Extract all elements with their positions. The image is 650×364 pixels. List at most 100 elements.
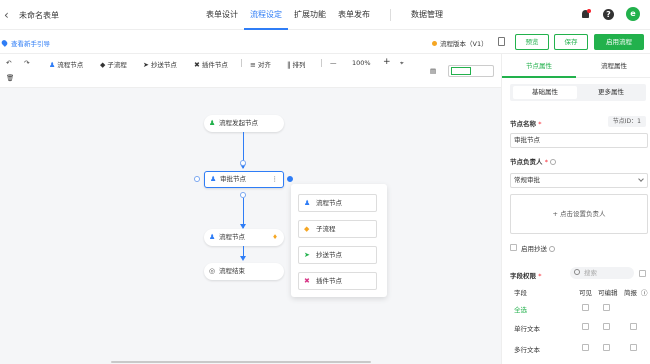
required-checkbox[interactable] [630, 344, 637, 351]
help-circle-icon[interactable] [550, 159, 557, 165]
enable-flow-button[interactable]: 启用流程 [594, 34, 644, 50]
plugin-icon: ✖ [304, 277, 310, 285]
tab-flow-settings[interactable]: 流程设定 [244, 0, 288, 30]
send-icon: ➤ [143, 61, 149, 69]
required-mark: * [544, 158, 549, 166]
align-icon: ≡ [250, 61, 256, 69]
add-flow-node-button[interactable]: ♟ 流程节点 [49, 59, 83, 69]
person-icon: ♟ [209, 233, 216, 241]
row-multi-line-text: 多行文本 [514, 346, 540, 354]
zoom-in-button[interactable]: + [383, 57, 391, 67]
node-owner-label: 节点负责人 * [510, 156, 557, 166]
list-view-toggle[interactable] [451, 67, 471, 75]
arrange-label: 排列 [292, 61, 306, 69]
basic-properties-button[interactable]: 基础属性 [513, 86, 577, 99]
required-mark: * [538, 120, 542, 128]
horizontal-scrollbar[interactable] [111, 361, 371, 363]
visible-checkbox[interactable] [582, 344, 589, 351]
required-checkbox[interactable] [630, 323, 637, 330]
approval-node-label: 审批节点 [220, 175, 246, 183]
person-icon: ♟ [210, 175, 217, 183]
owner-type-select[interactable]: 常规审批 [510, 173, 648, 188]
bell-icon[interactable] [580, 8, 591, 20]
enable-cc-label: 启用抄送 [521, 243, 555, 253]
node-owner-label-text: 节点负责人 [510, 158, 543, 166]
preview-button[interactable]: 预览 [515, 34, 549, 50]
save-button[interactable]: 保存 [554, 34, 588, 50]
back-chevron-icon[interactable]: ‹ [4, 8, 9, 22]
undo-icon[interactable]: ↶ [6, 59, 11, 67]
process-node[interactable]: ♟ 流程节点 ♦ [204, 229, 284, 246]
add-branch-port[interactable] [287, 176, 293, 182]
node-name-input[interactable]: 审批节点 [510, 133, 648, 148]
guide-link[interactable]: 查看新手引导 [0, 38, 50, 48]
popup-item-subflow[interactable]: ◆ 子流程 [298, 220, 377, 238]
editable-checkbox[interactable] [603, 323, 610, 330]
document-icon[interactable] [498, 37, 505, 46]
add-owner-area[interactable]: + 点击设置负责人 [510, 194, 648, 234]
tab-form-publish[interactable]: 表单发布 [332, 0, 376, 30]
connector-port[interactable] [194, 176, 200, 182]
more-properties-button[interactable]: 更多属性 [579, 86, 643, 99]
add-subflow-label: 子流程 [107, 61, 127, 69]
location-pin-icon [0, 39, 9, 47]
editable-checkbox[interactable] [603, 344, 610, 351]
send-icon: ➤ [304, 251, 310, 259]
enable-cc-checkbox[interactable] [510, 244, 517, 251]
field-permission-text: 字段权限 [510, 272, 536, 280]
trash-icon[interactable]: 🗑 [6, 74, 14, 82]
person-icon: ♟ [49, 61, 56, 69]
person-icon: ♟ [209, 119, 216, 127]
avatar[interactable]: e [626, 7, 640, 21]
tab-form-design[interactable]: 表单设计 [200, 0, 244, 30]
flow-canvas[interactable]: ↶ ↷ ♟ 流程节点 ◆ 子流程 ➤ 抄送节点 ✖ 插件节点 ≡ 对齐 ‖ 排列 — 100… [0, 54, 501, 364]
redo-icon[interactable]: ↷ [24, 59, 29, 67]
arrange-button[interactable]: ‖ 排列 [287, 59, 306, 69]
view-toggle[interactable] [448, 65, 494, 77]
add-subflow-button[interactable]: ◆ 子流程 [100, 59, 127, 69]
visible-checkbox[interactable] [582, 323, 589, 330]
approval-node[interactable]: ♟ 审批节点 ⋮ [204, 171, 284, 188]
add-cc-node-button[interactable]: ➤ 抄送节点 [143, 59, 177, 69]
more-icon[interactable]: ⋮ [272, 172, 279, 187]
row-select-all[interactable]: 全选 [514, 304, 527, 314]
popup-item-label: 子流程 [316, 225, 336, 233]
popup-item-cc-node[interactable]: ➤ 抄送节点 [298, 246, 377, 264]
fit-view-icon[interactable]: ⌖ [400, 59, 404, 68]
popup-item-label: 流程节点 [316, 199, 342, 207]
col-editable-header: 可编辑 [598, 289, 618, 297]
visible-checkbox[interactable] [582, 304, 589, 311]
tab-node-properties[interactable]: 节点属性 [502, 54, 576, 78]
editable-checkbox[interactable] [603, 304, 610, 311]
align-button[interactable]: ≡ 对齐 [250, 59, 271, 69]
node-name-label-text: 节点名称 [510, 120, 536, 128]
node-id-badge: 节点ID：1 [607, 116, 646, 127]
grid-view-toggle[interactable] [472, 67, 492, 75]
field-search-input[interactable]: 搜索 [570, 267, 634, 279]
node-name-label: 节点名称 * [510, 118, 542, 128]
connector-port[interactable] [240, 160, 246, 166]
help-circle-icon[interactable]: ⓘ [641, 287, 648, 297]
tab-data-management[interactable]: 数据管理 [405, 0, 449, 30]
zoom-out-button[interactable]: — [330, 59, 337, 67]
select-all-header-checkbox[interactable] [639, 270, 646, 277]
add-plugin-node-label: 插件节点 [201, 61, 228, 69]
start-node[interactable]: ♟ 流程发起节点 [204, 115, 284, 132]
tab-flow-properties[interactable]: 流程属性 [577, 54, 650, 78]
help-icon[interactable]: ? [603, 8, 614, 20]
top-right-icons: ? e [580, 7, 640, 21]
end-node[interactable]: ◎ 流程结束 [204, 263, 284, 280]
popup-item-label: 抄送节点 [316, 251, 342, 259]
keyboard-icon[interactable]: ▤ [430, 67, 436, 75]
connector-arrow [240, 256, 246, 261]
warning-icon: ♦ [272, 233, 278, 241]
version-indicator: 流程版本（V1） [432, 38, 488, 48]
col-required-header: 简报 [624, 289, 637, 297]
add-plugin-node-button[interactable]: ✖ 插件节点 [194, 59, 228, 69]
popup-item-flow-node[interactable]: ♟ 流程节点 [298, 194, 377, 212]
tab-divider [390, 9, 391, 21]
tab-extensions[interactable]: 扩展功能 [288, 0, 332, 30]
help-circle-icon[interactable] [549, 246, 555, 252]
popup-item-plugin-node[interactable]: ✖ 插件节点 [298, 272, 377, 290]
end-circle-icon: ◎ [209, 267, 216, 275]
